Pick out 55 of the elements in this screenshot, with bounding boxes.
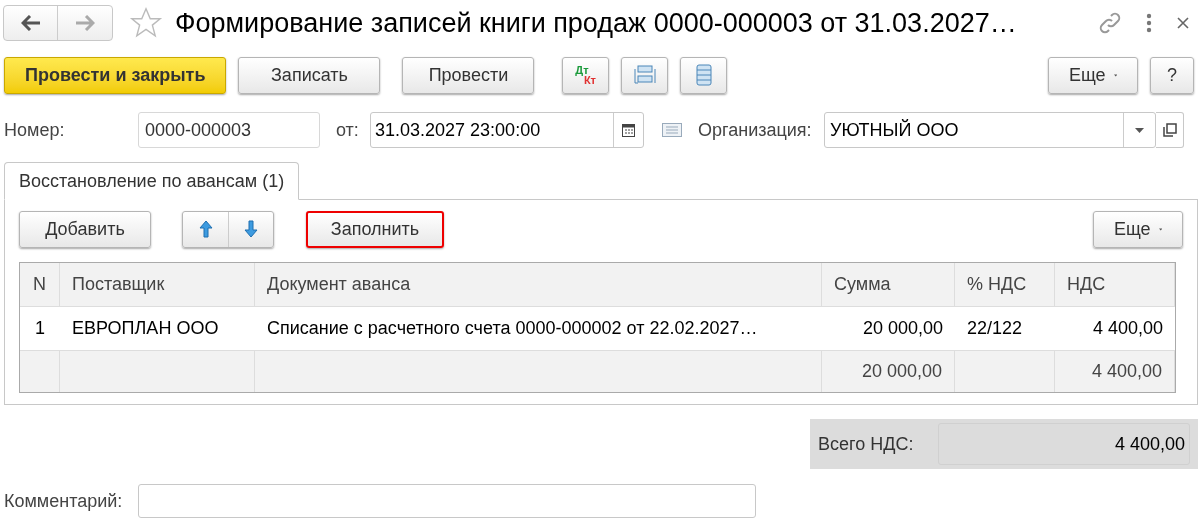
structure-button[interactable] bbox=[621, 56, 669, 94]
column-header[interactable]: N bbox=[20, 263, 60, 306]
link-icon[interactable] bbox=[1098, 11, 1122, 35]
document-icon[interactable] bbox=[662, 123, 682, 137]
table-cell-text: 4 400,00 bbox=[1091, 317, 1164, 340]
tab[interactable]: Восстановление по авансам (1) bbox=[4, 162, 300, 200]
caret-icon bbox=[1158, 226, 1162, 232]
help-button[interactable]: ? bbox=[1150, 56, 1194, 94]
table-cell-text: 22/122 bbox=[966, 317, 1024, 340]
total-cell-text: 20 000,00 bbox=[861, 360, 942, 383]
more-button[interactable]: Еще bbox=[1048, 56, 1138, 94]
table-cell-text: 20 000,00 bbox=[861, 317, 944, 340]
table-cell-text: 1 bbox=[34, 317, 46, 340]
table-cell-text: ЕВРОПЛАН ООО bbox=[71, 317, 220, 340]
toolbar-button[interactable]: Провести bbox=[402, 56, 535, 94]
table-more-button[interactable]: Еще bbox=[1093, 210, 1183, 248]
total-cell-text: 4 400,00 bbox=[1091, 360, 1162, 383]
kt-label: Кт bbox=[583, 75, 596, 85]
list-button[interactable] bbox=[680, 56, 728, 94]
dropdown-icon[interactable] bbox=[1135, 127, 1144, 133]
column-header[interactable]: % НДС bbox=[955, 263, 1055, 306]
forward-arrow-icon bbox=[75, 15, 95, 31]
dt-label: Дт bbox=[575, 65, 589, 75]
fill-button[interactable]: Заполнить bbox=[306, 210, 444, 248]
add-button[interactable]: Добавить bbox=[19, 210, 151, 248]
column-header[interactable]: Поставщик bbox=[60, 263, 255, 306]
list-icon bbox=[695, 64, 712, 86]
back-arrow-icon bbox=[20, 15, 41, 31]
close-icon[interactable] bbox=[1176, 16, 1190, 30]
number-field[interactable]: 0000-000003 bbox=[138, 112, 320, 148]
down-arrow-icon bbox=[244, 220, 258, 238]
dt-kt-button[interactable]: Дт Кт bbox=[562, 56, 610, 94]
toolbar-button[interactable]: Провести и закрыть bbox=[4, 56, 227, 94]
star-icon[interactable] bbox=[129, 6, 163, 40]
column-header[interactable]: Документ аванса bbox=[255, 263, 822, 306]
comment-field[interactable] bbox=[138, 484, 756, 518]
toolbar-button[interactable]: Записать bbox=[238, 56, 381, 94]
hierarchy-icon bbox=[633, 64, 656, 86]
total-vat-field: 4 400,00 bbox=[938, 423, 1190, 465]
comment-label: Комментарий: bbox=[4, 489, 124, 513]
column-header[interactable]: Сумма bbox=[822, 263, 955, 306]
date-label: от: bbox=[336, 118, 360, 142]
column-header[interactable]: НДС bbox=[1055, 263, 1175, 306]
organization-label: Организация: bbox=[698, 118, 813, 142]
total-vat-label: Всего НДС: bbox=[818, 432, 915, 456]
open-window-icon[interactable] bbox=[1162, 123, 1177, 137]
table-cell-text: Списание с расчетного счета 0000-000002 от 22.02.2027… bbox=[266, 317, 759, 340]
more-icon[interactable] bbox=[1146, 13, 1152, 33]
window-title: Формирование записей книги продаж 0000-000003 от 31.03.2027… bbox=[175, 6, 1017, 40]
number-label: Номер: bbox=[4, 118, 66, 142]
up-arrow-icon bbox=[198, 220, 213, 238]
calendar-icon[interactable] bbox=[622, 123, 635, 137]
date-field[interactable]: 31.03.2027 23:00:00 bbox=[370, 112, 644, 148]
organization-field[interactable]: УЮТНЫЙ ООО bbox=[824, 112, 1156, 148]
caret-icon bbox=[1113, 72, 1117, 78]
